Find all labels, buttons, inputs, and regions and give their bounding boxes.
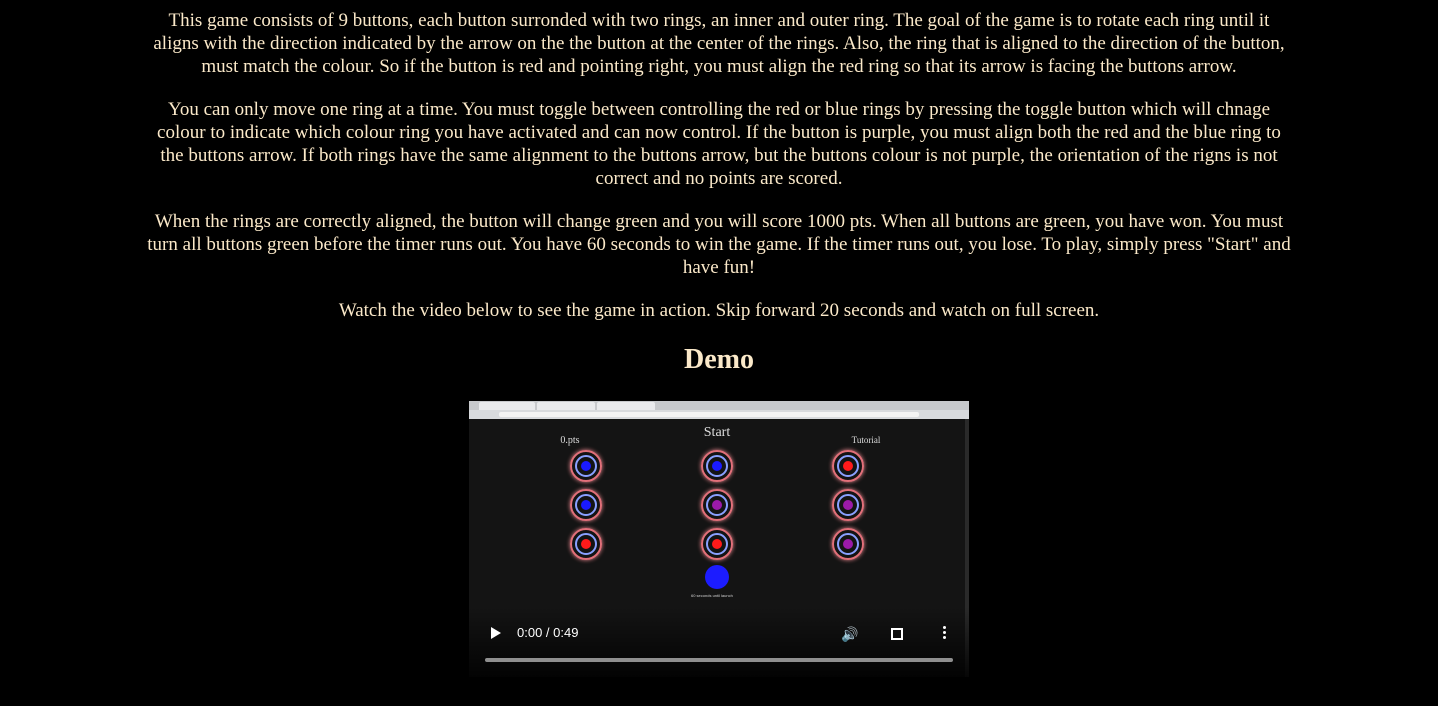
video-frame-center-button — [712, 461, 722, 471]
video-frame-ring-button — [701, 450, 733, 482]
video-frame-center-button — [581, 461, 591, 471]
volume-icon[interactable]: 🔊 — [841, 626, 858, 642]
video-frame-tab — [479, 402, 535, 410]
demo-heading: Demo — [684, 344, 754, 375]
intro-paragraph-1: This game consists of 9 buttons, each bu… — [153, 10, 1285, 77]
video-frame-center-button — [843, 539, 853, 549]
video-frame-address-bar — [499, 412, 919, 417]
intro-paragraph-3: When the rings are correctly aligned, th… — [147, 211, 1291, 278]
demo-video[interactable]: 0.pts Start Tutorial 60 seconds until la… — [469, 401, 969, 677]
video-frame-ring-button — [701, 489, 733, 521]
more-vert-icon[interactable] — [943, 626, 946, 641]
video-frame-browser-bar — [469, 401, 969, 419]
video-controls — [469, 607, 969, 677]
video-progress-bar[interactable] — [485, 658, 953, 662]
video-frame-toggle-button — [705, 565, 729, 589]
video-frame-ring-button — [832, 489, 864, 521]
video-frame-ring-button — [570, 528, 602, 560]
video-frame-ring-button — [832, 450, 864, 482]
video-frame-ring-button — [570, 450, 602, 482]
video-frame-ring-button — [832, 528, 864, 560]
video-frame-center-button — [581, 539, 591, 549]
content: This game consists of 9 buttons, each bu… — [144, 0, 1294, 677]
video-frame-tab — [597, 402, 655, 410]
video-frame-center-button — [712, 500, 722, 510]
fullscreen-icon[interactable] — [891, 628, 903, 640]
video-frame-center-button — [843, 500, 853, 510]
video-frame-countdown: 60 seconds until launch — [691, 593, 733, 598]
video-frame-center-button — [712, 539, 722, 549]
video-frame-start: Start — [703, 425, 731, 440]
video-frame-center-button — [843, 461, 853, 471]
intro-paragraph-4: Watch the video below to see the game in… — [338, 300, 1100, 321]
video-time-display: 0:00 / 0:49 — [517, 625, 579, 640]
video-frame-center-button — [581, 500, 591, 510]
video-frame-tutorial: Tutorial — [851, 435, 881, 445]
video-frame-score: 0.pts — [560, 435, 580, 446]
video-frame-tab — [537, 402, 595, 410]
video-frame-ring-button — [701, 528, 733, 560]
play-icon[interactable] — [491, 627, 501, 639]
intro-paragraph-2: You can only move one ring at a time. Yo… — [157, 99, 1281, 189]
video-frame-ring-button — [570, 489, 602, 521]
